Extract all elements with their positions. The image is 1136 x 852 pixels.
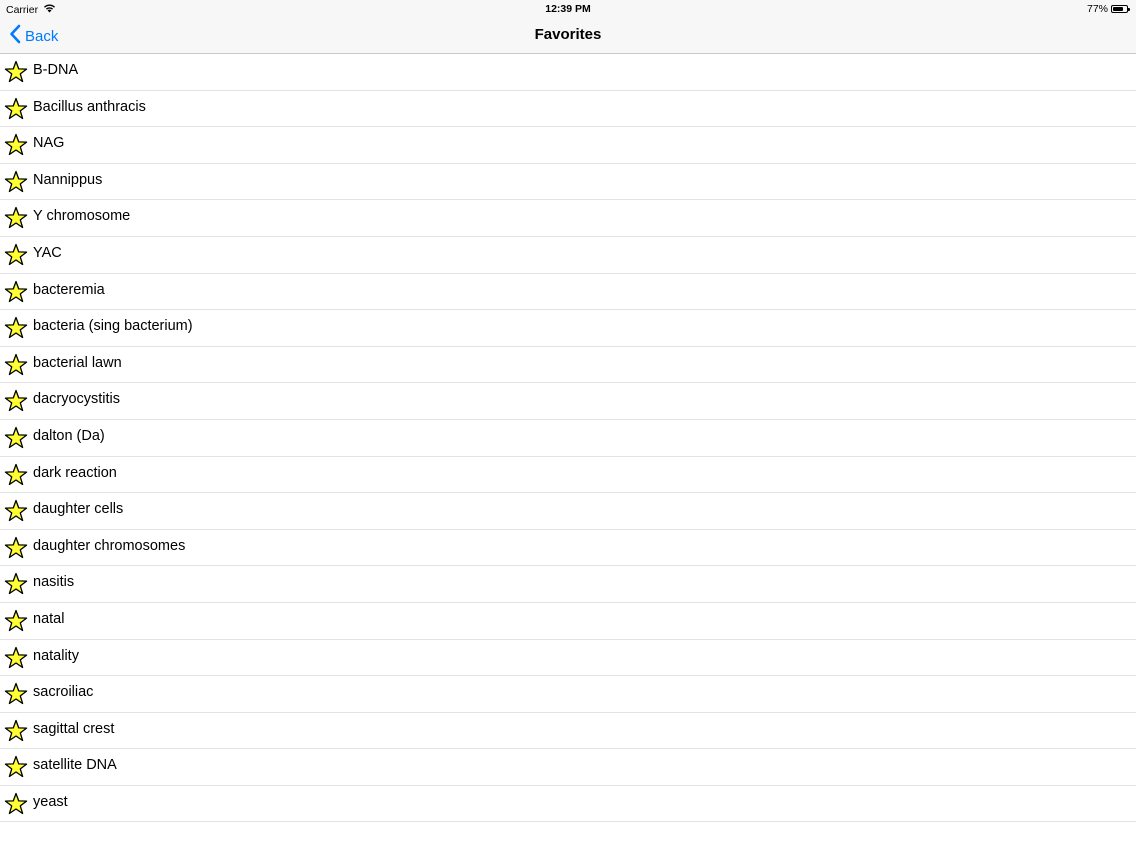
star-icon	[4, 646, 28, 670]
list-item-label: natal	[33, 610, 65, 627]
list-item-label: YAC	[33, 244, 62, 261]
status-right: 77%	[1086, 3, 1130, 15]
list-item[interactable]: dalton (Da)	[0, 420, 1136, 457]
star-icon	[4, 755, 28, 779]
battery-fill	[1113, 7, 1123, 11]
star-icon	[4, 97, 28, 121]
list-item[interactable]: B-DNA	[0, 54, 1136, 91]
star-icon	[4, 206, 28, 230]
star-icon	[4, 682, 28, 706]
list-item-label: satellite DNA	[33, 757, 117, 774]
list-item-label: natality	[33, 647, 79, 664]
battery-icon	[1111, 5, 1130, 13]
list-item-label: bacterial lawn	[33, 354, 122, 371]
list-item[interactable]: daughter cells	[0, 493, 1136, 530]
list-item-label: Bacillus anthracis	[33, 98, 146, 115]
list-item-label: dalton (Da)	[33, 427, 105, 444]
list-item-label: dacryocystitis	[33, 391, 121, 408]
star-icon	[4, 426, 28, 450]
star-icon	[4, 389, 28, 413]
star-icon	[4, 536, 28, 560]
star-icon	[4, 572, 28, 596]
list-item-label: nasitis	[33, 574, 75, 591]
list-item-label: dark reaction	[33, 464, 117, 481]
list-item-label: NAG	[33, 135, 65, 152]
list-item-label: Y chromosome	[33, 208, 131, 225]
list-item[interactable]: dark reaction	[0, 457, 1136, 494]
list-item[interactable]: natality	[0, 640, 1136, 677]
list-item-label: sacroiliac	[33, 684, 94, 701]
status-time: 12:39 PM	[545, 3, 591, 15]
list-item-label: Nannippus	[33, 171, 103, 188]
star-icon	[4, 792, 28, 816]
list-item-label: daughter chromosomes	[33, 537, 186, 554]
list-item[interactable]: bacteremia	[0, 274, 1136, 311]
list-item[interactable]: bacteria (sing bacterium)	[0, 310, 1136, 347]
list-item[interactable]: Bacillus anthracis	[0, 91, 1136, 128]
list-item[interactable]: yeast	[0, 786, 1136, 823]
star-icon	[4, 353, 28, 377]
status-bar: Carrier 12:39 PM 77%	[0, 0, 1136, 17]
star-icon	[4, 243, 28, 267]
list-item[interactable]: NAG	[0, 127, 1136, 164]
list-item-label: yeast	[33, 793, 68, 810]
list-item-label: bacteremia	[33, 281, 105, 298]
star-icon	[4, 463, 28, 487]
star-icon	[4, 133, 28, 157]
battery-percent: 77%	[1086, 3, 1108, 15]
list-item-label: B-DNA	[33, 62, 79, 78]
star-icon	[4, 719, 28, 743]
list-item[interactable]: sacroiliac	[0, 676, 1136, 713]
list-item[interactable]: bacterial lawn	[0, 347, 1136, 384]
list-item[interactable]: dacryocystitis	[0, 383, 1136, 420]
list-item[interactable]: sagittal crest	[0, 713, 1136, 750]
star-icon	[4, 60, 28, 84]
star-icon	[4, 316, 28, 340]
star-icon	[4, 609, 28, 633]
battery-tip	[1128, 8, 1130, 11]
star-icon	[4, 499, 28, 523]
list-item-label: daughter cells	[33, 501, 124, 518]
list-item[interactable]: daughter chromosomes	[0, 530, 1136, 567]
page-title: Favorites	[534, 26, 602, 43]
star-icon	[4, 170, 28, 194]
list-item-label: sagittal crest	[33, 720, 115, 737]
favorites-list: B-DNA Bacillus anthracis NAG Nannippus Y chr…	[0, 54, 1136, 823]
list-item[interactable]: YAC	[0, 237, 1136, 274]
navigation-bar: Back Favorites	[0, 17, 1136, 54]
list-item[interactable]: natal	[0, 603, 1136, 640]
list-item-label: bacteria (sing bacterium)	[33, 318, 193, 335]
list-item[interactable]: nasitis	[0, 566, 1136, 603]
list-item[interactable]: Nannippus	[0, 164, 1136, 201]
list-item[interactable]: Y chromosome	[0, 200, 1136, 237]
star-icon	[4, 280, 28, 304]
list-item[interactable]: satellite DNA	[0, 749, 1136, 786]
